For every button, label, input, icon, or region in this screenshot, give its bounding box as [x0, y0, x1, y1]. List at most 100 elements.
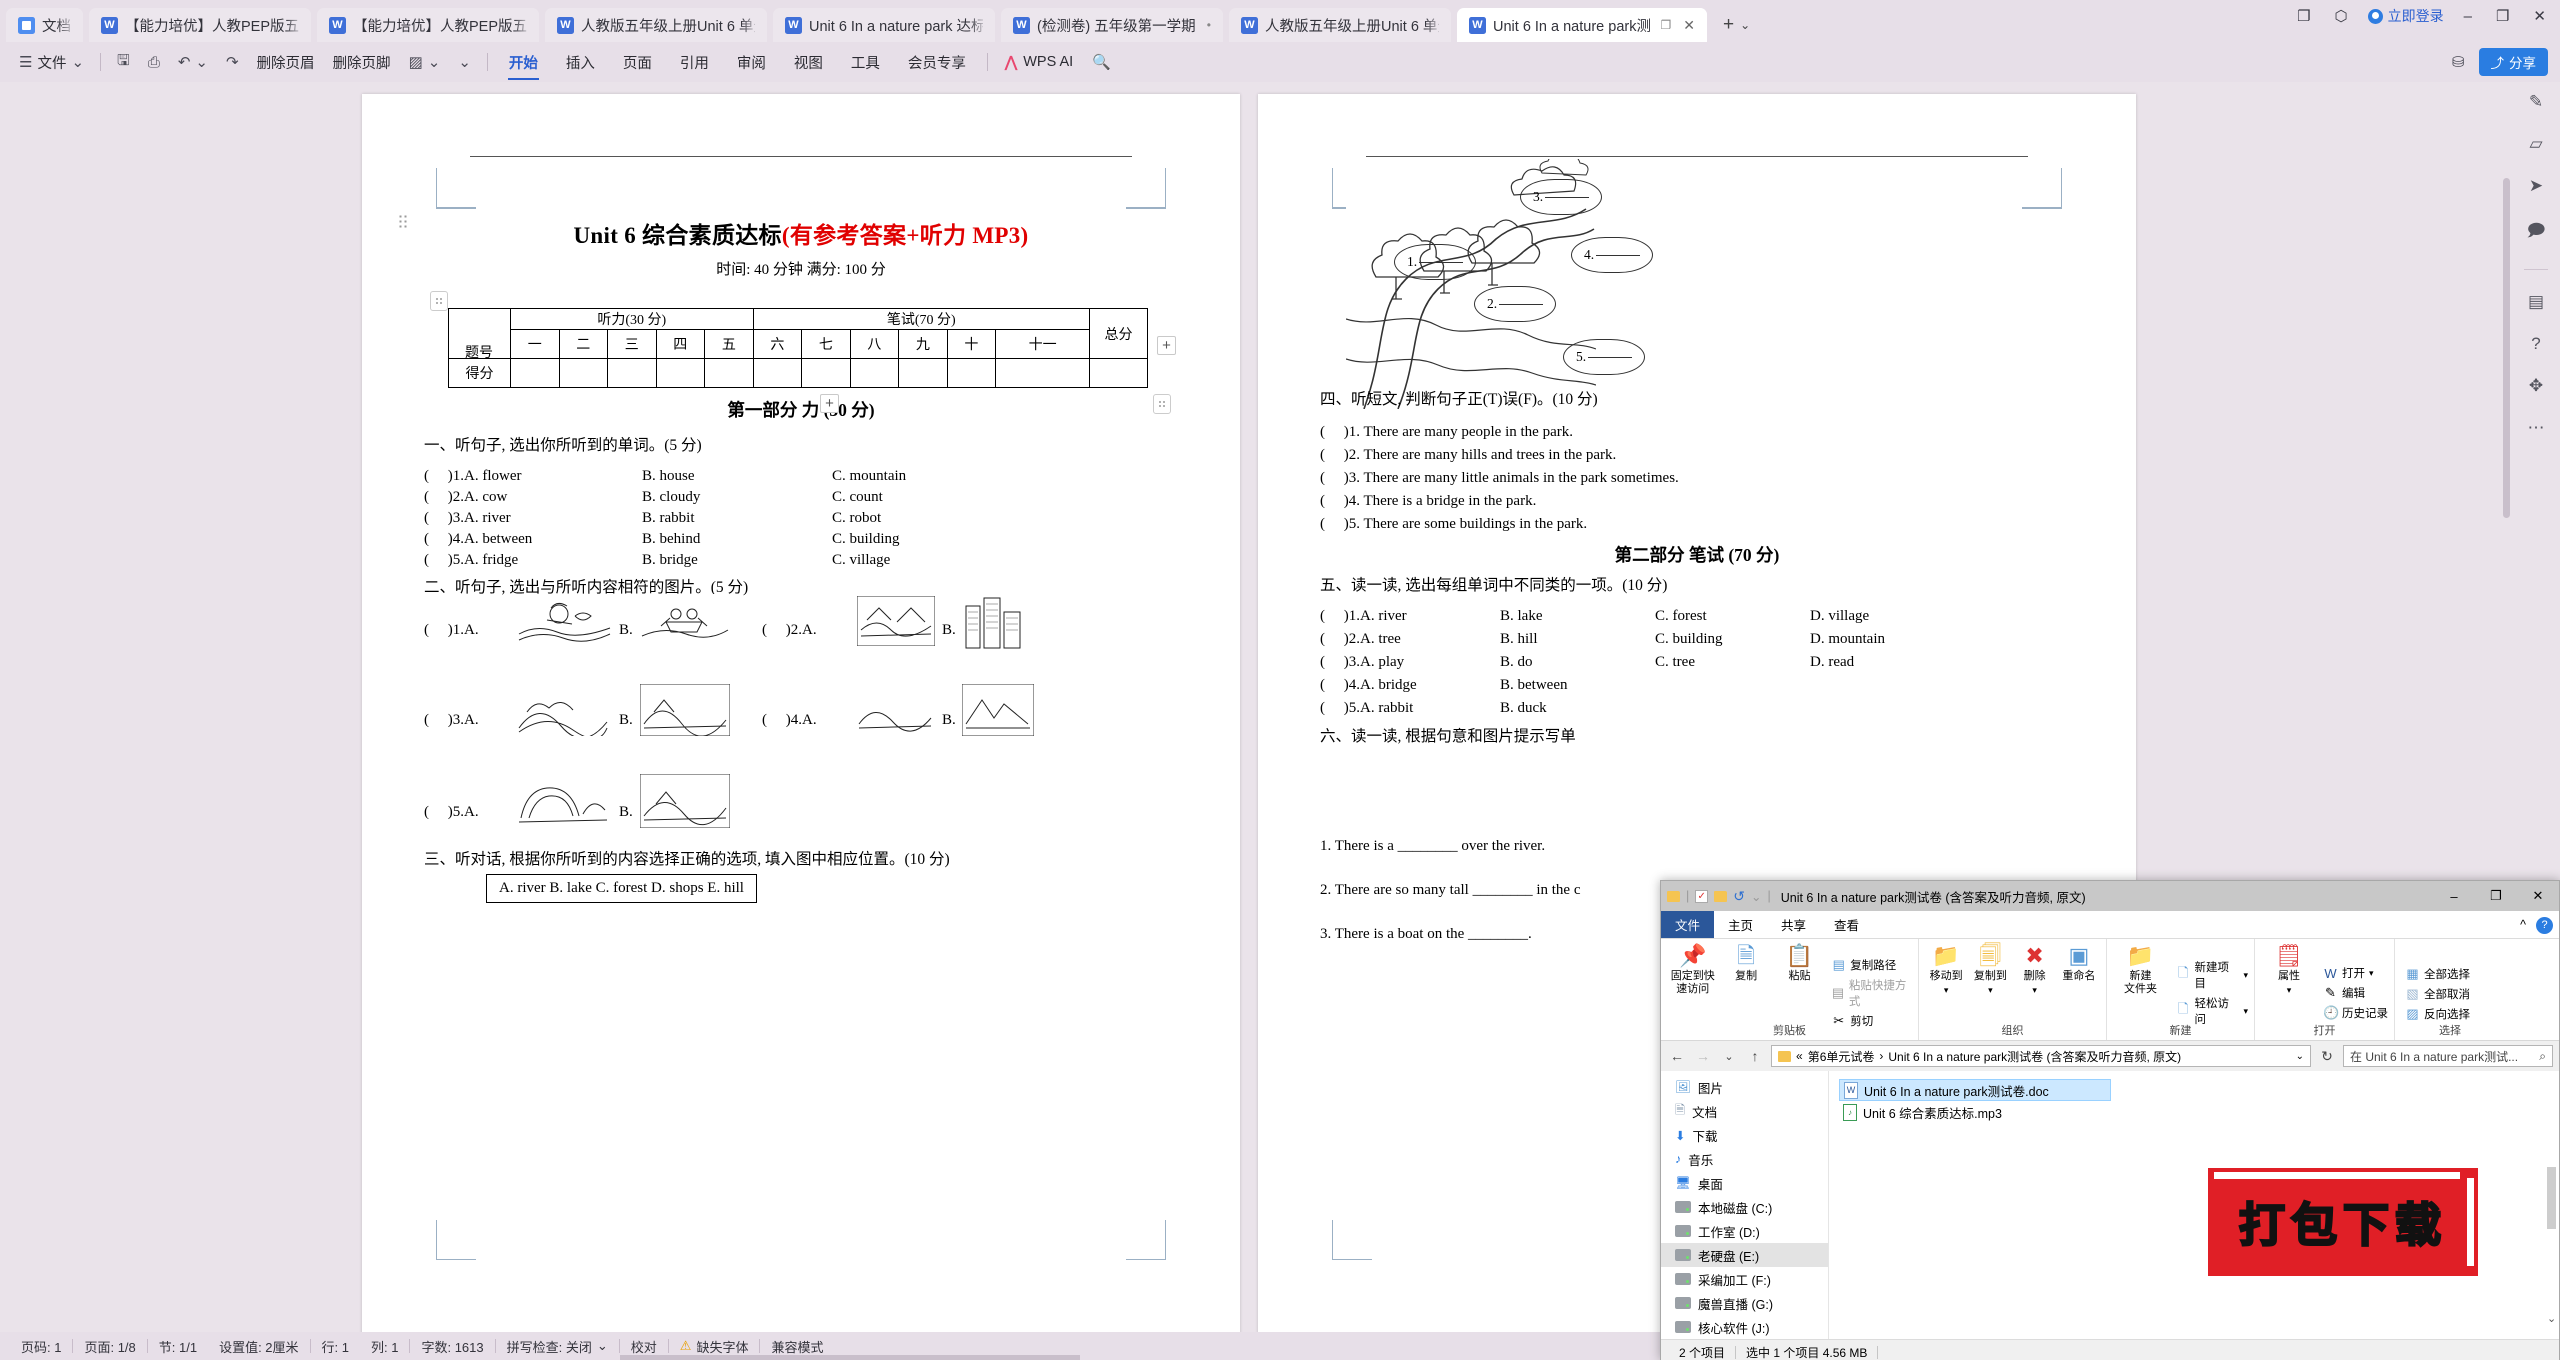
- table-add-column-button[interactable]: +: [1157, 336, 1176, 355]
- properties-icon[interactable]: ✓: [1695, 889, 1709, 903]
- login-button[interactable]: 立即登录: [2367, 6, 2444, 26]
- scroll-down-icon[interactable]: ⌄: [2547, 1312, 2556, 1325]
- answer-paren[interactable]: ( ): [1320, 493, 1349, 509]
- answer-paren[interactable]: ( ): [1320, 631, 1349, 647]
- copy-path-button[interactable]: ▤ 复制路径: [1831, 957, 1912, 973]
- nav-item-music[interactable]: ♪ 音乐: [1661, 1147, 1828, 1171]
- status-missing-font[interactable]: ⚠ 缺失字体: [669, 1337, 760, 1356]
- menu-share[interactable]: 共享: [1767, 911, 1820, 938]
- tab-restore-icon[interactable]: ❐: [1661, 18, 1672, 32]
- nav-item-pictures[interactable]: 🖼 图片: [1661, 1075, 1828, 1099]
- answer-paren[interactable]: ( ): [424, 468, 453, 484]
- sidebar-icon[interactable]: ▤: [2528, 292, 2544, 312]
- tab-page[interactable]: 页面: [609, 47, 666, 77]
- new-tab-button[interactable]: + ⌄: [1719, 8, 1754, 42]
- tab-doc-3[interactable]: W 人教版五年级上册Unit 6 单元质量调研: [545, 8, 767, 42]
- new-item-button[interactable]: 🗋 新建项目 ▾: [2176, 959, 2248, 991]
- nav-item-drive-f[interactable]: 采编加工 (F:): [1661, 1267, 1828, 1291]
- menu-view[interactable]: 查看: [1820, 911, 1873, 938]
- answer-paren[interactable]: ( ): [424, 552, 453, 568]
- recent-locations-button[interactable]: ⌄: [1719, 1050, 1739, 1063]
- folder-icon[interactable]: [1667, 890, 1680, 902]
- minimize-button[interactable]: –: [2460, 8, 2476, 25]
- tab-doc-5[interactable]: W (检测卷) 五年级第一学期英语第 •: [1001, 8, 1223, 42]
- refresh-button[interactable]: ↻: [2317, 1048, 2337, 1065]
- maximize-button[interactable]: ❐: [2492, 7, 2513, 25]
- remove-footer-button[interactable]: 删除页脚: [324, 47, 400, 77]
- tab-member[interactable]: 会员专享: [894, 47, 980, 77]
- select-none-button[interactable]: ▧ 全部取消: [2405, 986, 2470, 1002]
- answer-paren[interactable]: ( ): [762, 712, 791, 728]
- menu-file[interactable]: 文件: [1661, 911, 1715, 938]
- nav-item-desktop[interactable]: 🖥 桌面: [1661, 1171, 1828, 1195]
- tab-close-icon[interactable]: ✕: [1683, 17, 1695, 34]
- breadcrumb-item-1[interactable]: 第6单元试卷: [1808, 1048, 1875, 1065]
- new-folder-icon[interactable]: [1714, 890, 1728, 902]
- file-list-item[interactable]: W Unit 6 In a nature park测试卷.doc: [1839, 1079, 2111, 1101]
- cloud-sync-icon[interactable]: ⛁: [2452, 53, 2465, 71]
- up-button[interactable]: ↑: [1745, 1048, 1765, 1064]
- tab-doc-7-active[interactable]: W Unit 6 In a nature park测试 ❐ ✕: [1457, 8, 1707, 42]
- chevron-down-icon[interactable]: ⌄: [2296, 1051, 2304, 1062]
- explorer-minimize-button[interactable]: –: [2433, 881, 2475, 911]
- tab-insert[interactable]: 插入: [552, 47, 609, 77]
- tab-start[interactable]: 开始: [495, 47, 552, 80]
- tab-review[interactable]: 审阅: [723, 47, 780, 77]
- save-button[interactable]: 🖫: [108, 47, 139, 77]
- nav-item-drive-c[interactable]: 本地磁盘 (C:): [1661, 1195, 1828, 1219]
- history-button[interactable]: 🕘 历史记录: [2323, 1005, 2388, 1021]
- select-all-button[interactable]: ▦ 全部选择: [2405, 966, 2470, 982]
- remove-header-button[interactable]: 删除页眉: [248, 47, 324, 77]
- answer-paren[interactable]: ( ): [424, 712, 453, 728]
- more-quick-actions-button[interactable]: ⌄: [449, 47, 480, 77]
- forward-button[interactable]: →: [1693, 1048, 1713, 1064]
- scrollbar-thumb[interactable]: [2547, 1167, 2556, 1229]
- answer-paren[interactable]: ( ): [424, 531, 453, 547]
- menu-home[interactable]: 主页: [1714, 911, 1767, 938]
- answer-paren[interactable]: ( ): [424, 804, 453, 820]
- answer-paren[interactable]: ( ): [762, 622, 791, 638]
- paste-shortcut-button[interactable]: ▤ 粘贴快捷方式: [1831, 977, 1912, 1009]
- nav-item-documents[interactable]: 🗎 文档: [1661, 1099, 1828, 1123]
- back-button[interactable]: ←: [1667, 1048, 1687, 1064]
- nav-item-drive-g[interactable]: 魔兽直播 (G:): [1661, 1291, 1828, 1315]
- file-list-item[interactable]: ♪ Unit 6 综合素质达标.mp3: [1839, 1101, 2111, 1123]
- open-button[interactable]: W 打开 ▾: [2323, 965, 2388, 981]
- explorer-maximize-button[interactable]: ❐: [2475, 881, 2517, 911]
- settings-icon[interactable]: ✥: [2529, 376, 2543, 396]
- search-button[interactable]: 🔍: [1083, 47, 1120, 77]
- nav-item-drive-j[interactable]: 核心软件 (J:): [1661, 1315, 1828, 1339]
- status-proofread[interactable]: 校对: [620, 1337, 668, 1356]
- wps-ai-button[interactable]: ⋀ WPS AI: [995, 53, 1083, 71]
- tab-doc-4[interactable]: W Unit 6 In a nature park 达标测试卷: [773, 8, 995, 42]
- answer-paren[interactable]: ( ): [1320, 447, 1349, 463]
- tab-reference[interactable]: 引用: [666, 47, 723, 77]
- undo-icon[interactable]: ↺: [1733, 888, 1745, 905]
- answer-paren[interactable]: ( ): [1320, 608, 1349, 624]
- pen-icon[interactable]: ✎: [2529, 92, 2543, 112]
- file-list-scrollbar[interactable]: ⌄: [2545, 1071, 2557, 1339]
- vertical-scrollbar[interactable]: [2500, 178, 2512, 518]
- help-icon[interactable]: ?: [2531, 334, 2540, 354]
- tab-home[interactable]: 文档: [6, 8, 83, 42]
- answer-paren[interactable]: ( ): [1320, 677, 1349, 693]
- format-painter-button[interactable]: ▨ ⌄: [400, 47, 450, 77]
- tab-doc-6[interactable]: W 人教版五年级上册Unit 6 单元质量调研: [1229, 8, 1451, 42]
- file-menu-button[interactable]: ☰ 文件 ⌄: [10, 47, 93, 77]
- collapse-ribbon-icon[interactable]: ^: [2520, 918, 2526, 932]
- table-move-handle[interactable]: [430, 291, 448, 311]
- comment-icon[interactable]: 🗩: [2527, 218, 2546, 247]
- shield-icon[interactable]: ⬡: [2331, 7, 2352, 25]
- explorer-close-button[interactable]: ✕: [2517, 881, 2559, 911]
- close-button[interactable]: ✕: [2529, 7, 2550, 25]
- invert-selection-button[interactable]: ▨ 反向选择: [2405, 1006, 2470, 1022]
- tab-doc-2[interactable]: W 【能力培优】人教PEP版五年级上册英: [317, 8, 539, 42]
- answer-paren[interactable]: ( ): [1320, 424, 1349, 440]
- answer-paren[interactable]: ( ): [1320, 654, 1349, 670]
- nav-item-drive-d[interactable]: 工作室 (D:): [1661, 1219, 1828, 1243]
- nav-item-drive-e[interactable]: 老硬盘 (E:): [1661, 1243, 1828, 1267]
- answer-paren[interactable]: ( ): [424, 622, 453, 638]
- file-explorer-window[interactable]: | ✓ ↺ ⌄ | Unit 6 In a nature park测试卷 (含答…: [1660, 880, 2560, 1360]
- breadcrumb-item-2[interactable]: Unit 6 In a nature park测试卷 (含答案及听力音频, 原文…: [1888, 1048, 2181, 1065]
- answer-paren[interactable]: ( ): [1320, 516, 1349, 532]
